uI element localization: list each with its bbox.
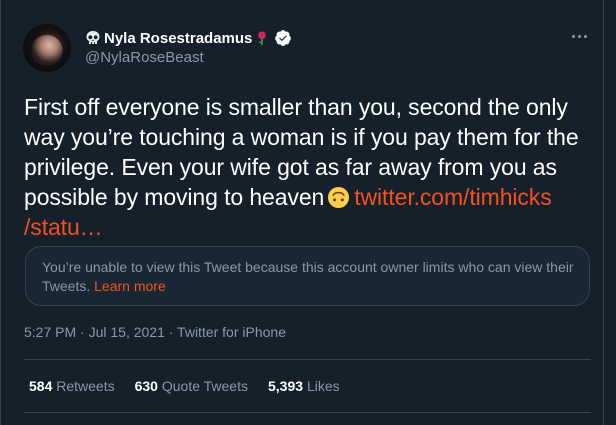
tweet-text: First off everyone is smaller than you, … [24, 92, 590, 242]
retweets-stat[interactable]: 584 Retweets [29, 378, 115, 394]
avatar[interactable] [23, 24, 71, 72]
author-name-row[interactable]: Nyla Rosestradamus [85, 28, 292, 48]
verified-badge-icon [275, 30, 292, 46]
tweet-card: Nyla Rosestradamus @NylaRoseBeast First … [0, 0, 604, 425]
retweets-count: 584 [29, 378, 53, 394]
rose-icon [258, 31, 267, 45]
engagement-stats: 584 Retweets 630 Quote Tweets 5,393 Like… [29, 378, 340, 394]
tweet-link-line1: twitter.com/timhicks [354, 184, 552, 210]
skull-icon [86, 31, 100, 44]
likes-label: Likes [306, 378, 340, 394]
author-display-name[interactable]: Nyla Rosestradamus [104, 30, 252, 47]
unavailable-tweet-notice: You’re unable to view this Tweet because… [25, 246, 590, 306]
divider [24, 412, 591, 413]
avatar-hair [23, 24, 71, 72]
tweet-link-line2: /statu… [24, 214, 103, 240]
likes-count: 5,393 [268, 378, 304, 394]
upside-down-face-emoji-icon [328, 186, 350, 209]
divider [24, 359, 591, 360]
retweets-label: Retweets [56, 378, 115, 394]
tweet-timestamp[interactable]: 5:27 PM · Jul 15, 2021 · Twitter for iPh… [24, 324, 286, 340]
quote-tweets-stat[interactable]: 630 Quote Tweets [135, 378, 248, 394]
likes-stat[interactable]: 5,393 Likes [268, 378, 340, 394]
more-options-icon[interactable] [568, 27, 590, 45]
learn-more-link[interactable]: Learn more [94, 278, 166, 294]
author-handle[interactable]: @NylaRoseBeast [85, 49, 204, 66]
quote-tweets-label: Quote Tweets [161, 378, 248, 394]
quote-tweets-count: 630 [134, 378, 158, 394]
